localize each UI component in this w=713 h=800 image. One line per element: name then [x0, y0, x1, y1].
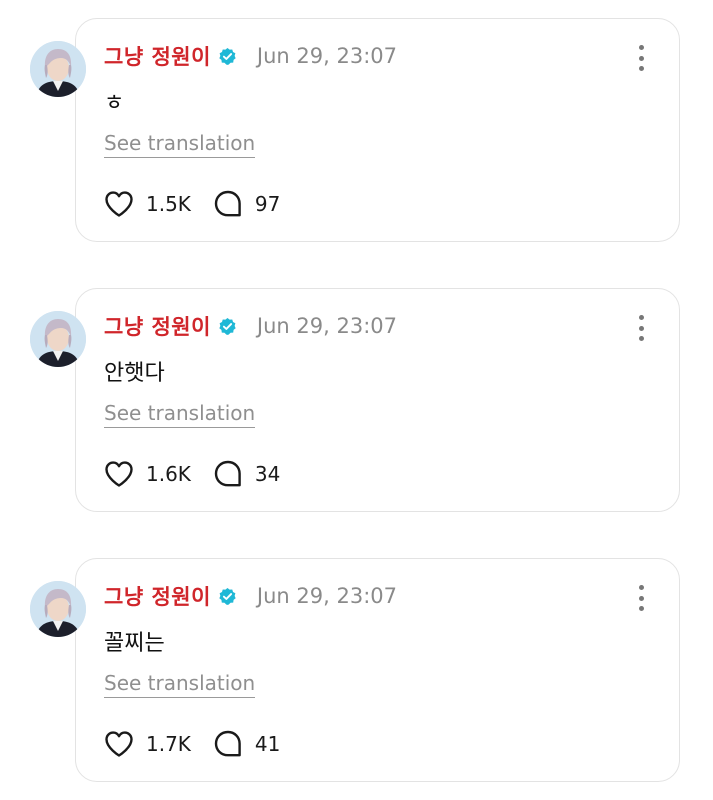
comment-count: 41	[254, 732, 281, 756]
comment-button[interactable]: 34	[213, 459, 280, 489]
post-card[interactable]: 그냥 정원이 Jun 29, 23:07 ㅎ See translation 1…	[75, 18, 680, 242]
comment-bubble-icon	[214, 730, 241, 757]
post-card[interactable]: 그냥 정원이 Jun 29, 23:07 꼴찌는 See translation	[75, 558, 680, 782]
post-item: 그냥 정원이 Jun 29, 23:07 안햇다 See translation	[0, 286, 713, 516]
more-vertical-icon[interactable]	[637, 315, 645, 341]
author-name[interactable]: 그냥 정원이	[104, 311, 211, 341]
like-count: 1.6K	[146, 462, 191, 486]
post-timestamp: Jun 29, 23:07	[256, 584, 398, 608]
post-header: 그냥 정원이 Jun 29, 23:07	[104, 311, 397, 341]
comment-count: 97	[254, 192, 281, 216]
see-translation-link[interactable]: See translation	[104, 671, 256, 698]
author-name[interactable]: 그냥 정원이	[104, 581, 211, 611]
avatar[interactable]	[30, 311, 86, 367]
heart-icon	[105, 191, 133, 217]
verified-badge-icon	[218, 317, 237, 336]
post-item: 그냥 정원이 Jun 29, 23:07 꼴찌는 See translation	[0, 556, 713, 786]
heart-icon	[105, 461, 133, 487]
avatar[interactable]	[30, 41, 86, 97]
verified-badge-icon	[218, 47, 237, 66]
verified-badge-icon	[218, 587, 237, 606]
post-text: ㅎ	[104, 91, 125, 116]
see-translation-link[interactable]: See translation	[104, 131, 256, 158]
more-vertical-icon[interactable]	[637, 45, 645, 71]
avatar[interactable]	[30, 581, 86, 637]
post-timestamp: Jun 29, 23:07	[256, 44, 398, 68]
post-actions: 1.5K 97	[104, 189, 280, 219]
like-button[interactable]: 1.5K	[104, 190, 191, 218]
comment-button[interactable]: 41	[213, 729, 280, 759]
author-name[interactable]: 그냥 정원이	[104, 41, 211, 71]
post-feed: 그냥 정원이 Jun 29, 23:07 ㅎ See translation 1…	[0, 0, 713, 800]
comment-bubble-icon	[214, 190, 241, 217]
post-actions: 1.7K 41	[104, 729, 280, 759]
like-button[interactable]: 1.7K	[104, 730, 191, 758]
post-header: 그냥 정원이 Jun 29, 23:07	[104, 581, 397, 611]
like-count: 1.5K	[146, 192, 191, 216]
like-button[interactable]: 1.6K	[104, 460, 191, 488]
see-translation-link[interactable]: See translation	[104, 401, 256, 428]
more-vertical-icon[interactable]	[637, 585, 645, 611]
comment-button[interactable]: 97	[213, 189, 280, 219]
post-item: 그냥 정원이 Jun 29, 23:07 ㅎ See translation 1…	[0, 16, 713, 246]
heart-icon	[105, 731, 133, 757]
like-count: 1.7K	[146, 732, 191, 756]
comment-count: 34	[254, 462, 281, 486]
post-actions: 1.6K 34	[104, 459, 280, 489]
post-text: 꼴찌는	[104, 631, 165, 656]
post-timestamp: Jun 29, 23:07	[256, 314, 398, 338]
comment-bubble-icon	[214, 460, 241, 487]
post-card[interactable]: 그냥 정원이 Jun 29, 23:07 안햇다 See translation	[75, 288, 680, 512]
post-header: 그냥 정원이 Jun 29, 23:07	[104, 41, 397, 71]
post-text: 안햇다	[104, 361, 165, 386]
